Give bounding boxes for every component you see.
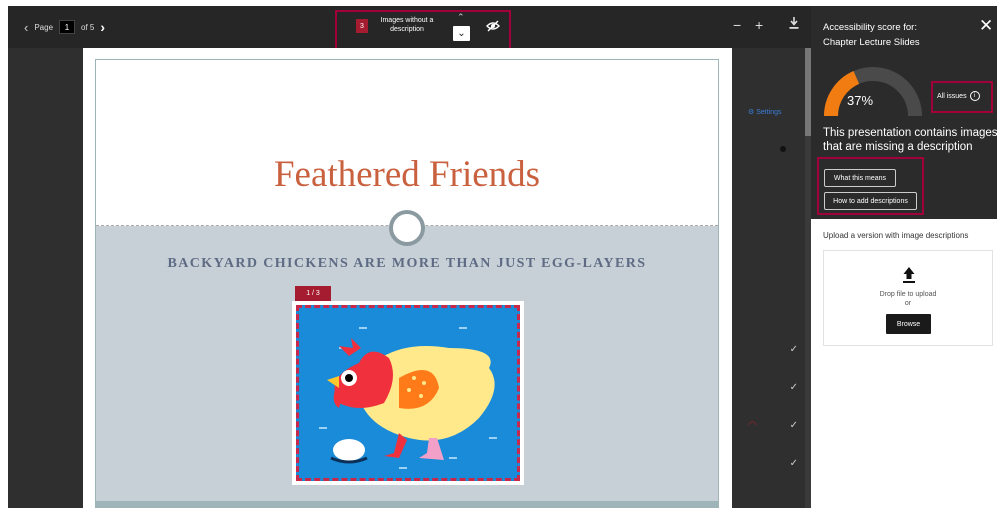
drop-text: Drop file to upload bbox=[879, 291, 937, 298]
zoom-in-button[interactable]: + bbox=[755, 17, 763, 33]
visibility-dot-icon bbox=[780, 146, 786, 152]
zoom-out-button[interactable]: − bbox=[733, 17, 741, 33]
chicken-illustration bbox=[296, 305, 520, 481]
slide-subtitle: BACKYARD CHICKENS ARE MORE THAN JUST EGG… bbox=[167, 256, 647, 271]
download-icon[interactable] bbox=[788, 16, 800, 30]
settings-label: Settings bbox=[756, 109, 782, 116]
gauge-icon: ◠ bbox=[748, 420, 757, 431]
browse-button[interactable]: Browse bbox=[886, 314, 931, 334]
panel-heading: Accessibility score for: Chapter Lecture… bbox=[823, 20, 920, 50]
ring-ornament bbox=[389, 210, 425, 246]
page-label: Page bbox=[34, 22, 54, 32]
slide-title: Feathered Friends bbox=[273, 154, 541, 195]
slide: Feathered Friends BACKYARD CHICKENS ARE … bbox=[95, 59, 719, 508]
status-row: ◠ ✓ bbox=[748, 382, 798, 393]
close-icon[interactable]: ✕ bbox=[979, 16, 993, 36]
page-navigator: ‹ Page 1 of 5 › bbox=[24, 19, 105, 35]
image-issue-tag[interactable]: 1 / 3 bbox=[295, 286, 331, 301]
slide-bottom-band bbox=[96, 501, 718, 507]
sidebar-behind: ⚙ Settings ◠ ✓ ◠ ✓ ◠ ✓ ✓ bbox=[738, 48, 805, 508]
gauge-icon: ◠ bbox=[748, 344, 757, 355]
settings-link[interactable]: ⚙ Settings bbox=[748, 108, 782, 116]
upload-dropzone[interactable]: Drop file to upload or Browse bbox=[823, 250, 993, 346]
next-page-icon[interactable]: › bbox=[100, 19, 105, 35]
all-issues-highlight bbox=[931, 81, 993, 113]
page-number-input[interactable]: 1 bbox=[59, 20, 76, 34]
checkmark-icon: ✓ bbox=[789, 344, 798, 355]
document-canvas: Feathered Friends BACKYARD CHICKENS ARE … bbox=[8, 48, 805, 508]
slide-image-frame[interactable] bbox=[292, 301, 524, 485]
issue-message: This presentation contains images that a… bbox=[823, 127, 997, 153]
help-buttons-highlight bbox=[817, 157, 924, 215]
upload-icon bbox=[903, 267, 915, 283]
previous-page-icon[interactable]: ‹ bbox=[24, 20, 28, 35]
score-gauge bbox=[824, 67, 922, 116]
drop-instructions: Drop file to upload or bbox=[824, 290, 992, 308]
or-text: or bbox=[904, 300, 912, 307]
document-viewer: ‹ Page 1 of 5 › 3 Images without a descr… bbox=[8, 6, 997, 508]
status-row: ◠ ✓ bbox=[748, 344, 798, 355]
score-value: 37% bbox=[847, 93, 874, 108]
status-row: ◠ ✓ bbox=[748, 420, 798, 431]
page-total: of 5 bbox=[81, 22, 95, 32]
checkmark-icon: ✓ bbox=[789, 420, 798, 431]
score-heading: Accessibility score for: bbox=[823, 22, 917, 33]
upload-label: Upload a version with image descriptions bbox=[823, 231, 969, 240]
gauge-icon: ◠ bbox=[748, 382, 757, 393]
chicken-drawing bbox=[319, 327, 497, 469]
document-name: Chapter Lecture Slides bbox=[823, 37, 920, 48]
checkmark-icon: ✓ bbox=[789, 458, 798, 469]
status-row: ✓ bbox=[748, 458, 798, 469]
accessibility-panel: Accessibility score for: Chapter Lecture… bbox=[811, 6, 997, 508]
checkmark-icon: ✓ bbox=[789, 382, 798, 393]
